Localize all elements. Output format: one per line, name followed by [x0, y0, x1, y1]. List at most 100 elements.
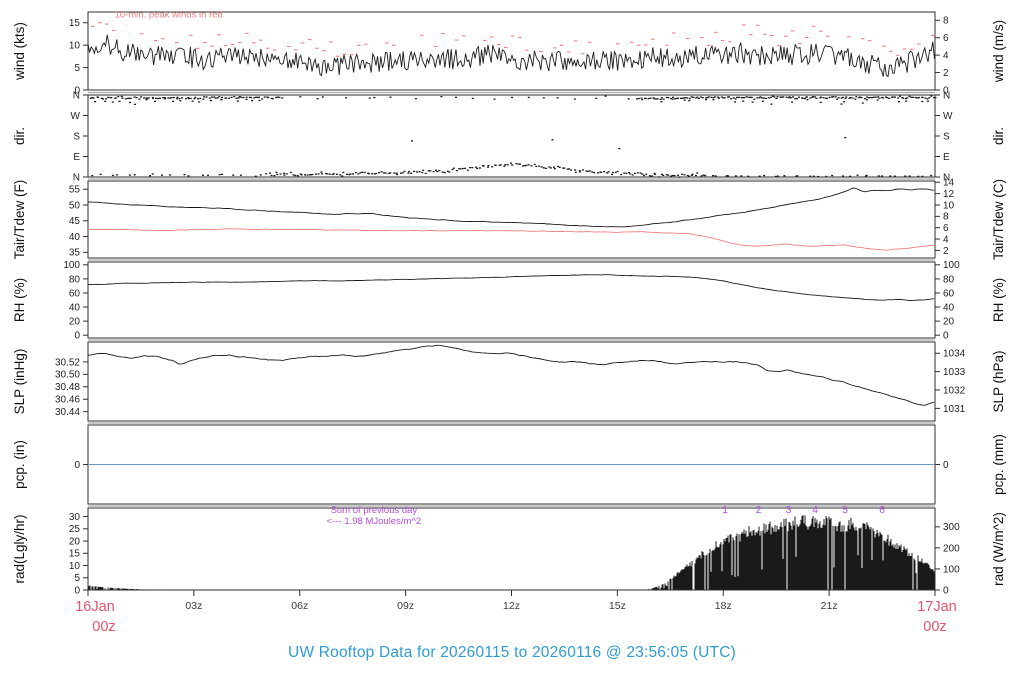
wind-direction-point: [934, 97, 937, 99]
wind-direction-point: [732, 97, 735, 99]
panel-frame-wind: [87, 11, 936, 91]
wind-direction-point: [152, 97, 155, 99]
left-tick-label-slp: 30.48: [55, 382, 80, 393]
wind-direction-point: [179, 100, 182, 102]
left-tick-label-rad: 15: [69, 549, 81, 560]
left-tick-label-dir: S: [73, 131, 80, 142]
wind-direction-point: [107, 96, 110, 98]
wind-direction-point: [202, 98, 205, 100]
wind-direction-point: [611, 173, 614, 176]
wind-direction-point: [133, 174, 136, 176]
wind-direction-point: [812, 175, 815, 177]
right-tick-label-rad: 300: [943, 522, 960, 533]
wind-direction-point: [819, 101, 822, 103]
wind-direction-point: [479, 167, 481, 169]
wind-direction-point: [511, 164, 514, 166]
wind-direction-point: [893, 175, 896, 177]
wind-direction-point: [817, 175, 820, 178]
left-tick-label-rad: 30: [69, 512, 81, 523]
wind-direction-point: [440, 96, 443, 98]
wind-direction-point: [533, 163, 536, 166]
wind-direction-point: [841, 96, 844, 99]
wind-direction-point: [603, 171, 606, 173]
wind-direction-point: [416, 171, 418, 173]
wind-direction-point: [640, 97, 643, 99]
wind-direction-point: [421, 171, 424, 174]
wind-direction-point: [120, 95, 123, 98]
right-tick-label-rh: 20: [943, 317, 955, 328]
wind-direction-point: [643, 174, 646, 177]
axis-title-right-slp: SLP (hPa): [991, 350, 1006, 412]
left-tick-label-rad: 5: [74, 573, 80, 584]
wind-direction-point: [710, 96, 713, 98]
wind-direction-point: [422, 169, 425, 171]
wind-direction-point: [321, 96, 324, 98]
wind-direction-point: [588, 170, 591, 172]
left-tick-label-slp: 30.44: [55, 407, 80, 418]
radiation-hour-mark: 2: [756, 504, 762, 516]
wind-direction-point: [676, 97, 679, 99]
wind-direction-point: [692, 96, 695, 98]
wind-direction-point: [877, 96, 880, 98]
wind-direction-point: [815, 97, 818, 99]
axis-title-right-temp: Tair/Tdew (C): [991, 179, 1006, 260]
wind-direction-point: [455, 96, 457, 98]
wind-direction-point: [888, 97, 891, 99]
radiation-hour-mark: 3: [786, 504, 792, 516]
wind-direction-point: [578, 170, 581, 172]
wind-direction-point: [128, 174, 131, 176]
right-tick-label-rh: 40: [943, 302, 955, 313]
wind-direction-point: [864, 98, 866, 100]
wind-direction-point: [902, 97, 905, 99]
wind-direction-point: [375, 172, 378, 175]
series-dewpoint-f: [87, 228, 935, 251]
wind-direction-point: [300, 174, 303, 176]
wind-direction-point: [607, 171, 610, 173]
wind-direction-point: [443, 171, 446, 174]
wind-direction-point: [712, 175, 714, 177]
wind-direction-point: [218, 96, 221, 98]
wind-direction-point: [750, 96, 753, 99]
wind-direction-point: [273, 175, 276, 177]
wind-direction-point: [102, 98, 105, 100]
wind-direction-point: [690, 96, 693, 98]
annotation-rad: <--- 1.98 MJoules/m^2: [327, 516, 421, 527]
wind-direction-point: [211, 96, 213, 98]
wind-direction-point: [865, 174, 868, 177]
wind-direction-point: [804, 97, 806, 100]
wind-direction-point: [151, 173, 154, 175]
wind-direction-point: [276, 173, 279, 176]
wind-direction-point: [418, 171, 421, 173]
wind-direction-point: [527, 96, 530, 99]
wind-direction-point: [809, 175, 812, 177]
wind-direction-point: [143, 97, 145, 99]
left-tick-label-rh: 80: [69, 274, 81, 285]
radiation-hour-mark: 1: [722, 504, 728, 516]
wind-direction-point: [346, 173, 348, 175]
left-tick-label-slp: 30.50: [55, 370, 80, 381]
radiation-hour-mark: 6: [879, 504, 885, 516]
right-tick-label-rh: 100: [943, 260, 960, 271]
left-tick-label-rh: 0: [74, 331, 80, 342]
wind-direction-point: [311, 173, 314, 176]
wind-direction-point: [840, 103, 843, 105]
wind-direction-point: [591, 171, 594, 173]
wind-direction-point: [872, 96, 875, 98]
time-tick-label: 15z: [609, 600, 626, 612]
wind-direction-point: [688, 100, 691, 102]
wind-direction-point: [776, 175, 779, 177]
wind-direction-point: [581, 169, 584, 171]
wind-direction-point: [159, 97, 162, 99]
wind-direction-point: [525, 164, 528, 166]
wind-direction-point: [538, 165, 541, 167]
wind-direction-point: [701, 97, 704, 99]
wind-direction-point: [401, 172, 404, 174]
right-tick-label-rad: 200: [943, 543, 960, 554]
wind-direction-point: [718, 97, 720, 99]
wind-direction-point: [289, 171, 292, 174]
wind-direction-point: [886, 97, 889, 99]
wind-direction-point: [869, 96, 872, 99]
wind-direction-point: [361, 171, 364, 173]
weather-multipanel-figure: 0 5 10 15 0 2 4 6 8 wind (kts) wind (m/s) 10-min. p…: [0, 0, 1024, 700]
wind-direction-point: [451, 168, 454, 171]
